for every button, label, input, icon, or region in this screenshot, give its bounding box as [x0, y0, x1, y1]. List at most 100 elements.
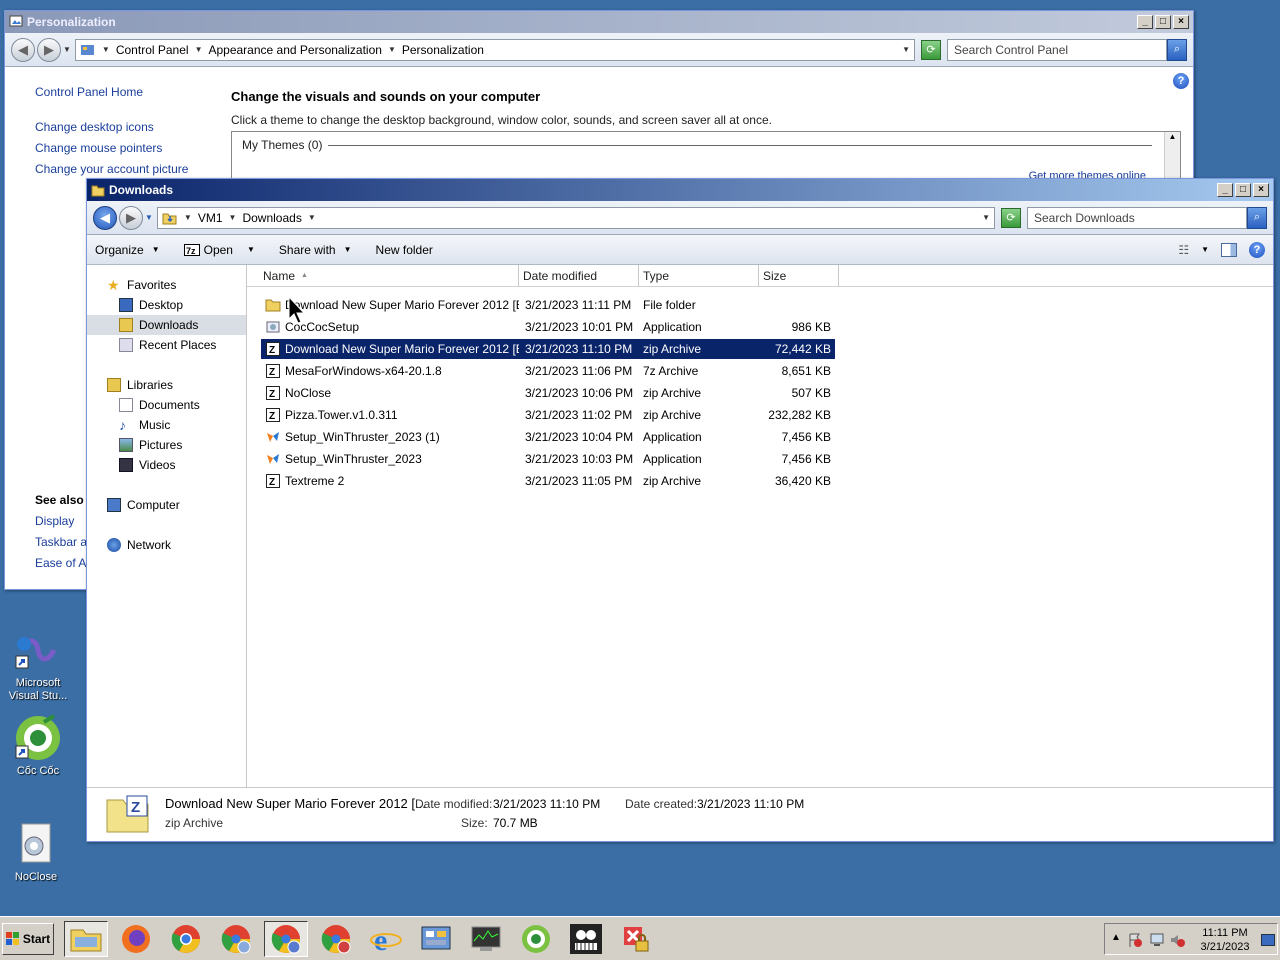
- volume-icon[interactable]: [1169, 932, 1185, 948]
- view-options-icon[interactable]: ☷: [1178, 243, 1189, 257]
- share-with-button[interactable]: Share with ▼: [279, 243, 352, 257]
- nav-favorites[interactable]: ★ Favorites: [87, 275, 246, 295]
- link-change-account-picture[interactable]: Change your account picture: [35, 162, 188, 176]
- close-button[interactable]: ×: [1173, 15, 1189, 29]
- taskbar-firefox[interactable]: [114, 921, 158, 957]
- column-date-modified[interactable]: Date modified: [519, 265, 639, 286]
- clock[interactable]: 11:11 PM 3/21/2023: [1195, 926, 1255, 954]
- taskbar-noclose[interactable]: [614, 921, 658, 957]
- taskbar-pizza-tower[interactable]: [564, 921, 608, 957]
- open-button[interactable]: 7z Open ▼: [183, 243, 255, 257]
- view-dropdown[interactable]: ▼: [1201, 245, 1209, 254]
- zip-archive-large-icon: Z: [106, 795, 149, 833]
- network-tray-icon[interactable]: [1149, 932, 1165, 948]
- recent-pages-dropdown[interactable]: ▼: [145, 213, 153, 222]
- file-row[interactable]: Setup_WinThruster_2023 3/21/2023 10:03 PM…: [261, 449, 835, 469]
- breadcrumb-control-panel[interactable]: Control Panel: [116, 43, 189, 57]
- personalization-titlebar[interactable]: Personalization _ □ ×: [5, 11, 1193, 33]
- link-taskbar[interactable]: Taskbar ar: [35, 535, 91, 549]
- explorer-body: ★ Favorites Desktop Downloads Recent Plac…: [87, 265, 1273, 789]
- help-icon[interactable]: ?: [1173, 73, 1189, 89]
- nav-downloads[interactable]: Downloads: [87, 315, 246, 335]
- address-dropdown[interactable]: ▼: [982, 213, 990, 222]
- taskbar-chrome-profile-2[interactable]: [264, 921, 308, 957]
- desktop-icon-coccoc[interactable]: Cốc Cốc: [0, 714, 76, 778]
- forward-button[interactable]: ▶: [37, 37, 61, 62]
- search-input[interactable]: Search Downloads: [1027, 206, 1247, 229]
- close-button[interactable]: ×: [1253, 183, 1269, 197]
- show-hidden-icons[interactable]: ▲: [1111, 932, 1121, 943]
- nav-recent-places[interactable]: Recent Places: [87, 335, 246, 355]
- file-row[interactable]: Download New Super Mario Forever 2012 [E…: [261, 295, 835, 315]
- desktop-icon-noclose[interactable]: NoClose: [0, 820, 74, 884]
- nav-music[interactable]: ♪ Music: [87, 415, 246, 435]
- taskbar-chrome-profile-3[interactable]: [314, 921, 358, 957]
- breadcrumb-downloads[interactable]: Downloads: [242, 211, 301, 225]
- breadcrumb-vm1[interactable]: VM1: [198, 211, 223, 225]
- downloads-titlebar[interactable]: Downloads _ □ ×: [87, 179, 1273, 201]
- new-folder-button[interactable]: New folder: [376, 243, 433, 257]
- taskbar-chrome-profile-1[interactable]: [214, 921, 258, 957]
- start-button[interactable]: Start: [2, 923, 54, 955]
- taskbar-coccoc[interactable]: [514, 921, 558, 957]
- refresh-button[interactable]: ⟳: [1001, 207, 1021, 228]
- link-display[interactable]: Display: [35, 514, 74, 528]
- maximize-button[interactable]: □: [1155, 15, 1171, 29]
- link-ease-of-access[interactable]: Ease of Ac: [35, 556, 92, 570]
- back-button[interactable]: ◀: [11, 37, 35, 62]
- nav-videos[interactable]: Videos: [87, 455, 246, 475]
- link-change-desktop-icons[interactable]: Change desktop icons: [35, 120, 154, 134]
- task-manager-icon: [471, 926, 501, 951]
- nav-network[interactable]: Network: [87, 535, 246, 555]
- forward-button[interactable]: ▶: [119, 205, 143, 230]
- address-dropdown[interactable]: ▼: [902, 45, 910, 54]
- taskbar-internet-explorer[interactable]: e: [364, 921, 408, 957]
- action-center-icon[interactable]: [1127, 932, 1143, 948]
- minimize-button[interactable]: _: [1217, 183, 1233, 197]
- nav-desktop[interactable]: Desktop: [87, 295, 246, 315]
- file-row[interactable]: Z Textreme 2 3/21/2023 11:05 PM zip Archive…: [261, 471, 835, 491]
- column-name[interactable]: Name ▲: [247, 265, 519, 286]
- back-button[interactable]: ◀: [93, 205, 117, 230]
- taskbar-control-panel[interactable]: [414, 921, 458, 957]
- show-desktop-icon[interactable]: [1261, 934, 1275, 946]
- file-list[interactable]: Name ▲ Date modified Type Size Download N…: [247, 265, 1273, 789]
- coccoc-icon: [522, 925, 550, 953]
- file-row[interactable]: Z Download New Super Mario Forever 2012 […: [261, 339, 835, 359]
- file-row[interactable]: Z MesaForWindows-x64-20.1.8 3/21/2023 11:0…: [261, 361, 835, 381]
- maximize-button[interactable]: □: [1235, 183, 1251, 197]
- breadcrumb[interactable]: ▼ VM1 ▼ Downloads ▼ ▼: [156, 206, 995, 229]
- nav-documents[interactable]: Documents: [87, 395, 246, 415]
- file-row[interactable]: CocCocSetup 3/21/2023 10:01 PM Application…: [261, 317, 835, 337]
- desktop-icon-visual-studio[interactable]: Microsoft Visual Stu...: [0, 626, 76, 703]
- breadcrumb-personalization[interactable]: Personalization: [402, 43, 484, 57]
- nav-pictures[interactable]: Pictures: [87, 435, 246, 455]
- taskbar-explorer[interactable]: [64, 921, 108, 957]
- preview-pane-icon[interactable]: [1221, 242, 1237, 257]
- help-icon[interactable]: ?: [1249, 241, 1265, 258]
- link-change-mouse-pointers[interactable]: Change mouse pointers: [35, 141, 162, 155]
- minimize-button[interactable]: _: [1137, 15, 1153, 29]
- search-icon[interactable]: ⌕: [1247, 206, 1267, 229]
- breadcrumb[interactable]: ▼ Control Panel ▼ Appearance and Persona…: [74, 38, 915, 61]
- file-name-cell: Z Pizza.Tower.v1.0.311: [261, 407, 519, 423]
- column-type[interactable]: Type: [639, 265, 759, 286]
- search-icon[interactable]: ⌕: [1167, 38, 1187, 61]
- recent-pages-dropdown[interactable]: ▼: [63, 45, 71, 54]
- file-row[interactable]: Z NoClose 3/21/2023 10:06 PM zip Archive 507…: [261, 383, 835, 403]
- nav-computer[interactable]: Computer: [87, 495, 246, 515]
- organize-button[interactable]: Organize ▼: [95, 243, 160, 257]
- breadcrumb-appearance[interactable]: Appearance and Personalization: [208, 43, 381, 57]
- taskbar-task-manager[interactable]: [464, 921, 508, 957]
- search-input[interactable]: Search Control Panel: [947, 38, 1167, 61]
- nav-libraries[interactable]: Libraries: [87, 375, 246, 395]
- downloads-window[interactable]: Downloads _ □ × ◀ ▶ ▼ ▼ VM1 ▼ Downloads …: [86, 178, 1274, 842]
- file-row[interactable]: Z Pizza.Tower.v1.0.311 3/21/2023 11:02 PM z…: [261, 405, 835, 425]
- file-row[interactable]: Setup_WinThruster_2023 (1) 3/21/2023 10:0…: [261, 427, 835, 447]
- zip-icon: Z: [261, 385, 285, 401]
- column-size[interactable]: Size: [759, 265, 839, 286]
- taskbar-chrome[interactable]: [164, 921, 208, 957]
- link-control-panel-home[interactable]: Control Panel Home: [35, 85, 143, 99]
- refresh-button[interactable]: ⟳: [921, 39, 941, 60]
- file-type: zip Archive: [643, 408, 702, 422]
